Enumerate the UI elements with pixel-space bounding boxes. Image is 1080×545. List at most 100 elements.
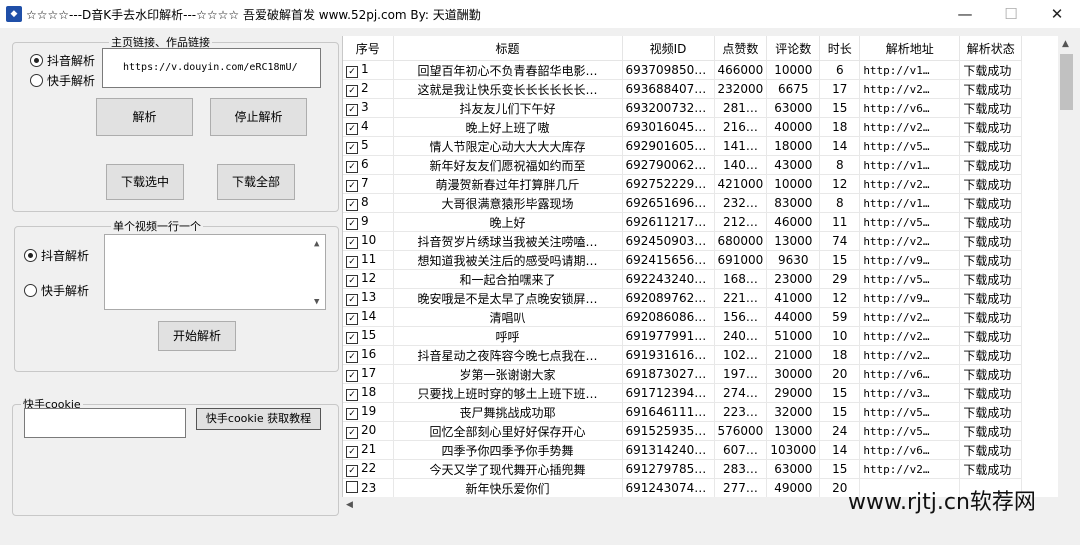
url-input[interactable]: https://v.douyin.com/eRC18mU/: [102, 48, 321, 88]
row-num-cell: ✓ 12: [343, 269, 394, 289]
close-button[interactable]: ✕: [1034, 0, 1080, 28]
column-header-comments[interactable]: 评论数: [766, 36, 821, 61]
row-likes-cell: 221…: [714, 288, 768, 308]
column-header-title[interactable]: 标题: [393, 36, 623, 61]
row-number: 2: [361, 81, 369, 95]
row-checkbox[interactable]: ✓: [346, 199, 358, 211]
table-row[interactable]: ✓ 5 情人节限定心动大大大大库存 692901605… 141… 18000 14 http…: [343, 136, 1023, 156]
table-row[interactable]: ✓ 7 萌漫贺新春过年打算胖几斤 692752229… 421000 10000 12 htt…: [343, 174, 1023, 194]
table-row[interactable]: ✓ 8 大哥很满意猿形毕露现场 692651696… 232… 83000 8 http://…: [343, 193, 1023, 213]
kuaishou-radio[interactable]: 快手解析: [30, 72, 95, 89]
table-row[interactable]: ✓ 22 今天又学了现代舞开心插兜舞 691279785… 283… 63000 15 htt…: [343, 459, 1023, 479]
table-row[interactable]: ✓ 12 和一起合拍嘿来了 692243240… 168… 23000 29 http://v…: [343, 269, 1023, 289]
single-kuaishou-radio[interactable]: 快手解析: [24, 282, 89, 299]
column-header-url[interactable]: 解析地址: [859, 36, 961, 61]
cookie-input[interactable]: [24, 408, 186, 438]
row-video-id-cell: 691279785…: [622, 459, 715, 479]
parse-button[interactable]: 解析: [96, 98, 193, 136]
row-likes-cell: 283…: [714, 459, 768, 479]
stop-parse-button[interactable]: 停止解析: [210, 98, 307, 136]
video-links-textarea[interactable]: ▲ ▼: [104, 234, 326, 310]
column-header-status[interactable]: 解析状态: [959, 36, 1023, 61]
row-checkbox[interactable]: ✓: [346, 446, 358, 458]
row-checkbox[interactable]: ✓: [346, 123, 358, 135]
row-checkbox[interactable]: ✓: [346, 351, 358, 363]
row-title-cell: 回忆全部刻心里好好保存开心: [393, 421, 623, 441]
row-num-cell: ✓ 2: [343, 79, 394, 99]
scroll-up-arrow-icon[interactable]: ▲: [1062, 39, 1069, 49]
row-checkbox[interactable]: ✓: [346, 256, 358, 268]
row-title-cell: 和一起合拍嘿来了: [393, 269, 623, 289]
row-checkbox[interactable]: ✓: [346, 85, 358, 97]
table-row[interactable]: ✓ 4 晚上好上班了嗷 693016045… 216… 40000 18 http://v2……: [343, 117, 1023, 137]
scroll-left-arrow-icon[interactable]: ◀: [346, 500, 353, 510]
row-title-cell: 这就是我让快乐变长长长长长长…: [393, 79, 623, 99]
row-checkbox[interactable]: ✓: [346, 408, 358, 420]
row-duration-cell: 12: [819, 288, 861, 308]
table-row[interactable]: ✓ 15 呼呼 691977991… 240… 51000 10 http://v2… 下载成功: [343, 326, 1023, 346]
table-row[interactable]: ✓ 9 晚上好 692611217… 212… 46000 11 http://v5… 下载成功: [343, 212, 1023, 232]
row-checkbox[interactable]: ✓: [346, 332, 358, 344]
row-status-cell: 下载成功: [959, 364, 1023, 384]
row-checkbox[interactable]: ✓: [346, 142, 358, 154]
table-row[interactable]: ✓ 19 丧尸舞挑战成功耶 691646111… 223… 32000 15 http://v…: [343, 402, 1023, 422]
row-comments-cell: 63000: [766, 98, 821, 118]
table-row[interactable]: ✓ 1 回望百年初心不负青春韶华电影… 693709850… 466000 10000 6 h…: [343, 60, 1023, 80]
row-likes-cell: 421000: [714, 174, 768, 194]
table-row[interactable]: ✓ 14 清唱叭 692086086… 156… 44000 59 http://v2… 下载成…: [343, 307, 1023, 327]
maximize-button[interactable]: ☐: [988, 0, 1034, 28]
row-checkbox[interactable]: ✓: [346, 237, 358, 249]
row-checkbox[interactable]: ✓: [346, 465, 358, 477]
row-title-cell: 丧尸舞挑战成功耶: [393, 402, 623, 422]
row-checkbox[interactable]: ✓: [346, 104, 358, 116]
row-checkbox[interactable]: ✓: [346, 275, 358, 287]
row-title-cell: 想知道我被关注后的感受吗请期…: [393, 250, 623, 270]
table-row[interactable]: ✓ 11 想知道我被关注后的感受吗请期… 692415656… 691000 9630 15…: [343, 250, 1023, 270]
row-checkbox[interactable]: ✓: [346, 389, 358, 401]
row-likes-cell: 102…: [714, 345, 768, 365]
column-header-duration[interactable]: 时长: [819, 36, 861, 61]
column-header-num[interactable]: 序号: [343, 36, 394, 61]
scroll-up-arrow-icon[interactable]: ▲: [314, 239, 319, 249]
table-row[interactable]: ✓ 20 回忆全部刻心里好好保存开心 691525935… 576000 13000 24 h…: [343, 421, 1023, 441]
row-status-cell: 下载成功: [959, 269, 1023, 289]
table-row[interactable]: ✓ 10 抖音贺岁片绣球当我被关注唠嗑… 692450903… 680000 13000 7…: [343, 231, 1023, 251]
row-checkbox[interactable]: ✓: [346, 66, 358, 78]
table-row[interactable]: ✓ 17 岁第一张谢谢大家 691873027… 197… 30000 20 http://v…: [343, 364, 1023, 384]
row-num-cell: ✓ 20: [343, 421, 394, 441]
scroll-down-arrow-icon[interactable]: ▼: [314, 297, 319, 307]
table-row[interactable]: ✓ 21 四季予你四季予你手势舞 691314240… 607… 103000 14 http…: [343, 440, 1023, 460]
table-row[interactable]: ✓ 3 抖友友儿们下午好 693200732… 281… 63000 15 http://v6…: [343, 98, 1023, 118]
row-video-id-cell: 691977991…: [622, 326, 715, 346]
row-checkbox[interactable]: ✓: [346, 313, 358, 325]
start-parse-button[interactable]: 开始解析: [158, 321, 236, 351]
download-all-button[interactable]: 下载全部: [217, 164, 295, 200]
douyin-radio[interactable]: 抖音解析: [30, 52, 95, 69]
row-num-cell: ✓ 21: [343, 440, 394, 460]
row-status-cell: 下载成功: [959, 98, 1023, 118]
minimize-button[interactable]: —: [942, 0, 988, 28]
table-row[interactable]: ✓ 2 这就是我让快乐变长长长长长长… 693688407… 232000 6675 17 h…: [343, 79, 1023, 99]
row-checkbox[interactable]: ✓: [346, 180, 358, 192]
row-video-id-cell: 692086086…: [622, 307, 715, 327]
row-comments-cell: 49000: [766, 478, 821, 497]
scroll-thumb[interactable]: [1060, 54, 1073, 110]
table-row[interactable]: ✓ 18 只要找上班时穿的够土上班下班… 691712394… 274… 29000 15 h…: [343, 383, 1023, 403]
row-checkbox[interactable]: ✓: [346, 370, 358, 382]
table-row[interactable]: ✓ 6 新年好友友们愿祝福如约而至 692790062… 140… 43000 8 http:…: [343, 155, 1023, 175]
row-checkbox[interactable]: [346, 481, 358, 493]
table-row[interactable]: ✓ 13 晚安哦是不是太早了点晚安锁屏… 692089762… 221… 41000 12 h…: [343, 288, 1023, 308]
vertical-scrollbar[interactable]: ▲: [1058, 36, 1075, 497]
single-douyin-radio[interactable]: 抖音解析: [24, 247, 89, 264]
row-url-cell: http://v1…: [859, 193, 961, 213]
table-row[interactable]: ✓ 16 抖音星动之夜阵容今晚七点我在… 691931616… 102… 21000 18 h…: [343, 345, 1023, 365]
row-checkbox[interactable]: ✓: [346, 161, 358, 173]
row-checkbox[interactable]: ✓: [346, 294, 358, 306]
cookie-tutorial-button[interactable]: 快手cookie 获取教程: [196, 408, 321, 430]
download-selected-button[interactable]: 下载选中: [106, 164, 184, 200]
row-checkbox[interactable]: ✓: [346, 218, 358, 230]
row-checkbox[interactable]: ✓: [346, 427, 358, 439]
column-header-likes[interactable]: 点赞数: [714, 36, 768, 61]
column-header-video-id[interactable]: 视频ID: [622, 36, 715, 61]
row-num-cell: ✓ 18: [343, 383, 394, 403]
